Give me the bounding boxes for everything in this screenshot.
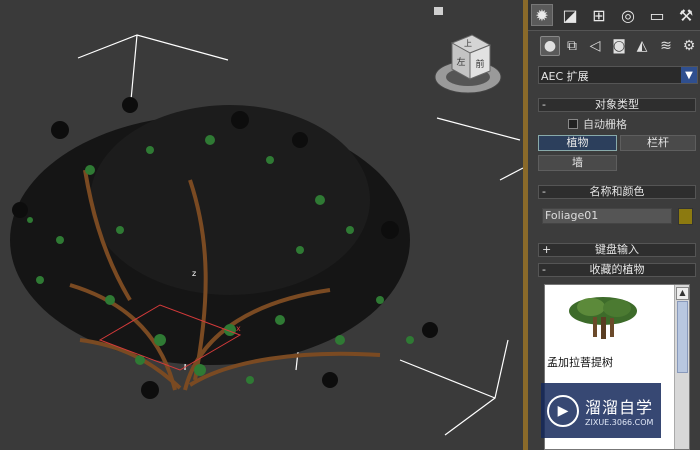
spacewarps-icon[interactable]: ≋ xyxy=(656,36,676,56)
chevron-down-icon[interactable]: ▼ xyxy=(681,67,697,83)
command-panel-tabs: ✹ ◪ ⊞ ◎ ▭ ⚒ xyxy=(528,0,700,31)
svg-text:x: x xyxy=(236,324,241,333)
cameras-icon[interactable]: ◙ xyxy=(609,36,629,56)
keyboard-input-rollout-header[interactable]: + 键盘输入 xyxy=(538,243,696,257)
scrollbar-thumb[interactable] xyxy=(677,301,688,373)
viewcube-left-label: 左 xyxy=(456,56,465,68)
viewcube-front-label: 前 xyxy=(475,58,484,70)
viewcube-home-icon[interactable] xyxy=(434,7,443,15)
autogrid-label: 自动栅格 xyxy=(583,118,627,131)
collapse-icon: - xyxy=(542,98,546,111)
object-type-title: 对象类型 xyxy=(595,98,639,111)
object-name-field[interactable]: Foliage01 xyxy=(542,208,672,224)
object-category-icons: ● ⧉ ◁ ◙ ◭ ≋ ⚙ xyxy=(528,34,700,60)
utilities-tab-icon[interactable]: ⚒ xyxy=(675,4,697,26)
watermark-logo-icon: ▶ xyxy=(547,394,579,427)
expand-icon: + xyxy=(542,243,552,256)
railing-button[interactable]: 栏杆 xyxy=(620,135,696,151)
scroll-up-icon[interactable]: ▲ xyxy=(676,287,689,300)
plants-scrollbar[interactable]: ▲ xyxy=(674,285,689,449)
object-type-rollout-header[interactable]: - 对象类型 xyxy=(538,98,696,112)
display-tab-icon[interactable]: ▭ xyxy=(646,4,668,26)
foliage-object xyxy=(10,97,438,399)
watermark-url: ZIXUE.3066.COM xyxy=(585,418,654,427)
autogrid-checkbox-row[interactable]: 自动栅格 xyxy=(568,117,627,131)
collapse-icon: - xyxy=(542,185,546,198)
helpers-icon[interactable]: ◭ xyxy=(632,36,652,56)
favorite-plants-rollout-header[interactable]: - 收藏的植物 xyxy=(538,263,696,277)
geometry-icon[interactable]: ● xyxy=(540,36,560,56)
viewport-scene: z x 上 前 左 xyxy=(10,34,523,436)
lights-icon[interactable]: ◁ xyxy=(585,36,605,56)
autogrid-checkbox[interactable] xyxy=(568,119,578,129)
watermark: ▶ 溜溜自学 ZIXUE.3066.COM xyxy=(541,383,661,438)
motion-tab-icon[interactable]: ◎ xyxy=(617,4,639,26)
shapes-icon[interactable]: ⧉ xyxy=(562,36,582,56)
wall-button[interactable]: 墙 xyxy=(538,155,617,171)
foliage-button[interactable]: 植物 xyxy=(538,135,617,151)
name-color-rollout-header[interactable]: - 名称和颜色 xyxy=(538,185,696,199)
watermark-brand: 溜溜自学 xyxy=(585,398,654,417)
systems-icon[interactable]: ⚙ xyxy=(679,36,699,56)
viewcube: 上 前 左 xyxy=(434,34,502,94)
banyan-tree-thumbnail[interactable] xyxy=(565,293,641,343)
category-dropdown-value: AEC 扩展 xyxy=(541,70,589,83)
hierarchy-tab-icon[interactable]: ⊞ xyxy=(588,4,610,26)
name-color-title: 名称和颜色 xyxy=(589,185,645,198)
svg-text:z: z xyxy=(192,269,196,278)
modify-tab-icon[interactable]: ◪ xyxy=(559,4,581,26)
create-tab-icon[interactable]: ✹ xyxy=(531,4,553,26)
favorite-plants-title: 收藏的植物 xyxy=(589,263,645,276)
category-dropdown[interactable]: AEC 扩展 ▼ xyxy=(538,66,698,84)
object-color-swatch[interactable] xyxy=(678,208,693,225)
viewcube-top-label: 上 xyxy=(464,39,472,48)
keyboard-input-title: 键盘输入 xyxy=(595,243,639,256)
perspective-viewport[interactable]: z x 上 前 左 xyxy=(0,0,523,450)
plant-name-label[interactable]: 孟加拉菩提树 xyxy=(547,354,647,370)
collapse-icon: - xyxy=(542,263,546,276)
